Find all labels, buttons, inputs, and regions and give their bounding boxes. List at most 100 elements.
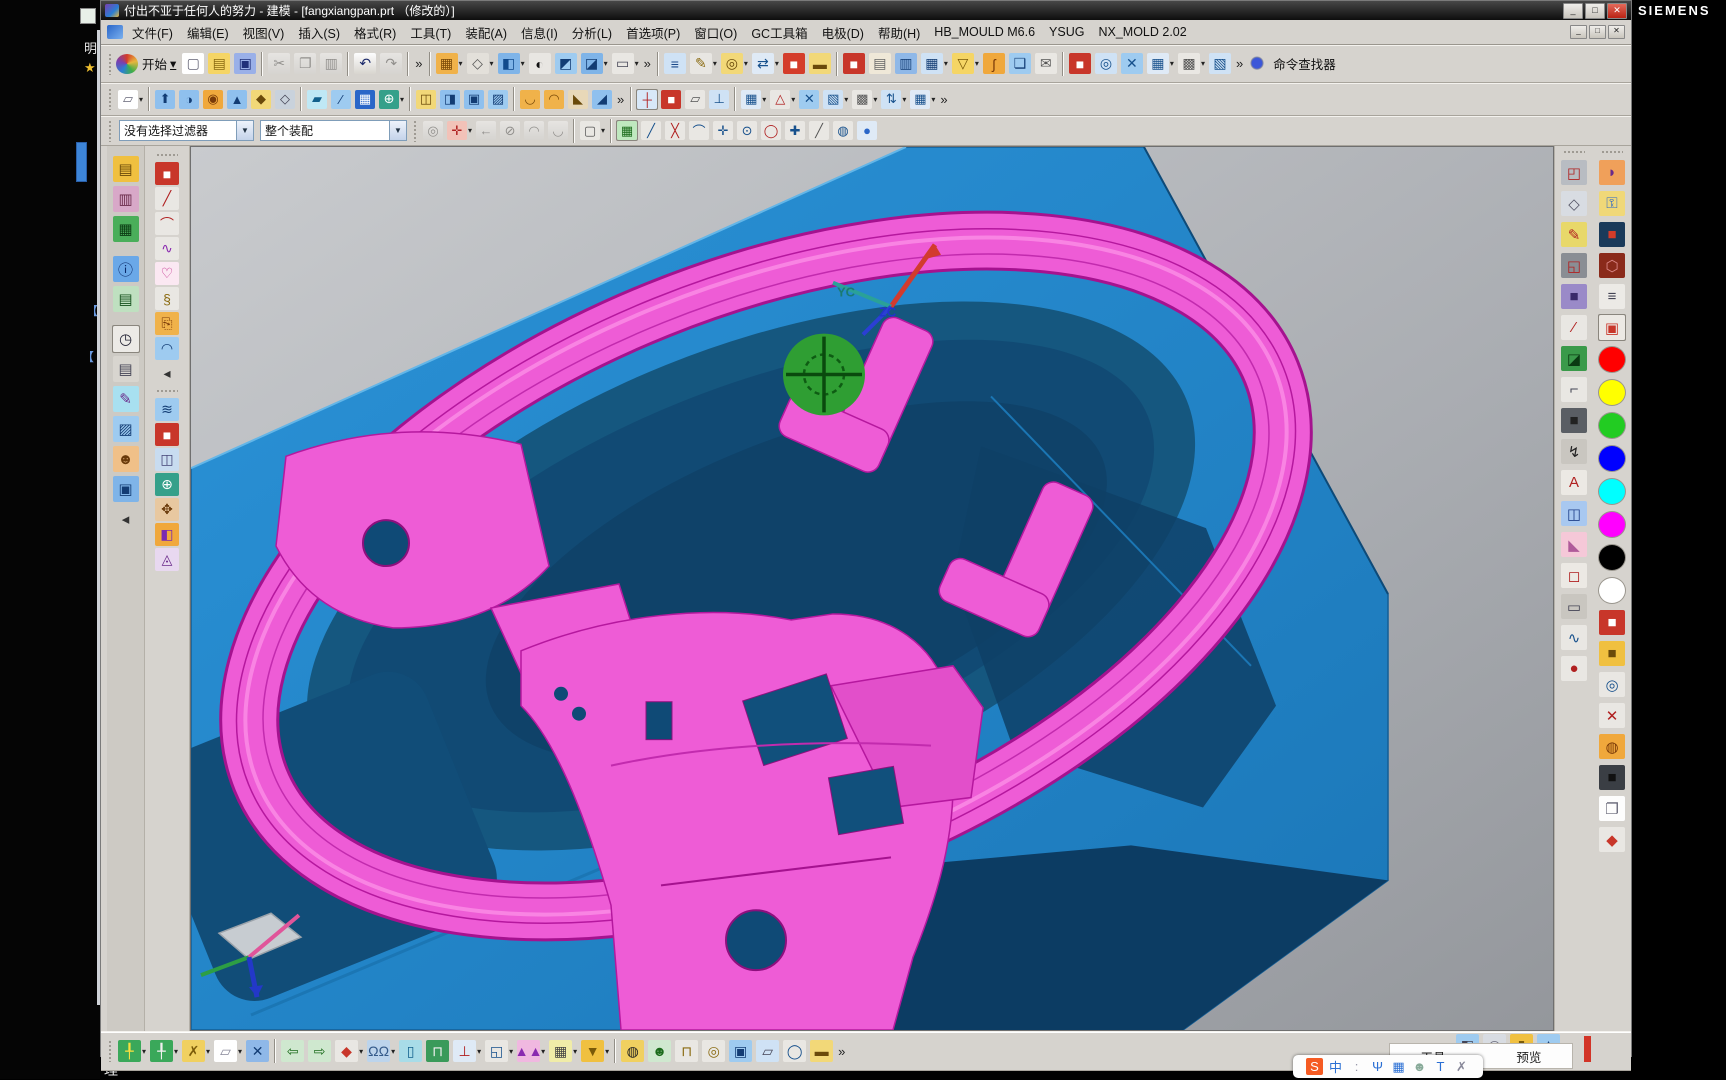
collapse-arrow-icon[interactable]: ◂ <box>112 505 140 533</box>
dropdown-caret[interactable]: ▾ <box>391 1047 395 1056</box>
extrude-sheet-icon[interactable]: ⎘ <box>154 311 180 336</box>
trim-body-icon[interactable]: ◫ <box>415 89 437 110</box>
clip-cube-icon[interactable]: ◱ <box>1560 252 1588 279</box>
dropdown-caret[interactable]: ▾ <box>521 59 525 68</box>
pencil-annotation-icon[interactable]: ▩ ▾ <box>851 89 878 110</box>
report-globe-icon[interactable]: ▤ <box>112 285 140 313</box>
dropdown-caret[interactable]: ▾ <box>468 126 472 135</box>
pad-icon[interactable]: ◇ <box>274 89 296 110</box>
assembly-navigator-icon[interactable]: ▤ <box>112 155 140 183</box>
pattern-feature-icon[interactable]: ▦ <box>354 89 376 110</box>
undo-icon[interactable]: ↶ <box>353 52 377 75</box>
profile-sketch-icon[interactable]: ♡ <box>154 261 180 286</box>
sogou-ime-bar[interactable]: S 中: Ψ ▦ ☻ T ✗ <box>1293 1055 1483 1078</box>
boxes-group-icon[interactable]: ▧ ▾ <box>822 89 849 110</box>
offset-surface-icon[interactable]: ▨ <box>487 89 509 110</box>
deviation-check-icon[interactable]: ✕ <box>798 89 820 110</box>
edm-stack-icon[interactable]: ▧ <box>1208 52 1232 75</box>
orange-wedge-icon[interactable]: ◗ <box>1598 159 1626 186</box>
dropdown-caret[interactable]: ▾ <box>206 1047 210 1056</box>
mold-clipboard-icon[interactable]: ▤ <box>868 52 892 75</box>
color-blue-icon[interactable] <box>1597 444 1627 473</box>
toolbar-grip[interactable] <box>1563 150 1585 155</box>
dropdown-caret[interactable]: ▾ <box>601 126 605 135</box>
graphics-viewport[interactable]: YC ZC <box>190 146 1554 1031</box>
render-style-icon[interactable]: ◐ <box>528 52 552 75</box>
constraint-navigator-icon[interactable]: ▥ <box>112 185 140 213</box>
system-materials-icon[interactable]: ▤ <box>112 355 140 383</box>
revolve-icon[interactable]: ◑ <box>178 89 200 110</box>
tool-path-n-icon[interactable]: ╀ ▾ <box>117 1039 147 1063</box>
dropdown-caret[interactable]: ▾ <box>744 59 748 68</box>
dropdown-caret[interactable]: ▾ <box>459 59 463 68</box>
delete-face-icon[interactable]: ◬ <box>154 547 180 572</box>
minimize-button[interactable]: _ <box>1563 2 1583 19</box>
wireframe-cube-icon[interactable]: ◻ <box>1560 562 1588 589</box>
toolbar-grip[interactable] <box>1601 150 1623 155</box>
shirt-skin-icon[interactable]: T <box>1431 1057 1450 1076</box>
thicken-icon[interactable]: ▣ <box>463 89 485 110</box>
child-minimize-button[interactable]: _ <box>1570 25 1587 39</box>
table-grid-icon[interactable]: ▦ ▾ <box>548 1039 578 1063</box>
overflow-button[interactable]: » <box>838 1044 845 1059</box>
green-surface-icon[interactable]: ◪ <box>1560 345 1588 372</box>
white-pages-icon[interactable]: ❐ <box>1598 795 1626 822</box>
menu-gc-toolbox[interactable]: GC工具箱 <box>744 21 814 44</box>
coin-stack-icon[interactable]: ◎ <box>701 1039 726 1063</box>
face-blend-icon[interactable]: ◠ <box>543 89 565 110</box>
toolbox-wrench-icon[interactable]: ✗ <box>1452 1057 1471 1076</box>
green-walk-icon[interactable]: ☻ <box>647 1039 672 1063</box>
snap-midpoint-icon[interactable]: ╳ <box>664 120 686 141</box>
menu-analysis[interactable]: 分析(L) <box>565 21 619 44</box>
work-plane-icon[interactable]: ✎ ▾ <box>689 52 718 75</box>
soft-keyboard-icon[interactable]: ▦ <box>1389 1057 1408 1076</box>
child-restore-button[interactable]: □ <box>1589 25 1606 39</box>
chevron-down-icon[interactable]: ▼ <box>389 121 406 140</box>
measure-distance-icon[interactable]: ⁄ <box>1560 314 1588 341</box>
pour-cup-icon[interactable]: ▼ ▾ <box>580 1039 610 1063</box>
wave-linker-icon[interactable]: ■ <box>782 52 806 75</box>
orient-view-icon[interactable]: ◪ ▾ <box>580 52 609 75</box>
arc-curve-icon[interactable]: ⌒ <box>154 211 180 236</box>
dropdown-caret[interactable]: ▾ <box>174 1047 178 1056</box>
black-cube-icon[interactable]: ■ <box>1598 764 1626 791</box>
lasso-select-icon[interactable]: ▢ ▾ <box>579 120 606 141</box>
toolbar-grip[interactable] <box>108 119 113 142</box>
person-skin-icon[interactable]: ☻ <box>1410 1057 1429 1076</box>
dropdown-caret[interactable]: ▾ <box>605 1047 609 1056</box>
preview-button[interactable]: 预览 <box>1516 1047 1541 1066</box>
dropdown-caret[interactable]: ▾ <box>844 95 848 104</box>
mold-funnel-icon[interactable]: ▽ ▾ <box>951 52 980 75</box>
block-primitive-icon[interactable]: ■ <box>154 161 180 186</box>
dropdown-caret[interactable]: ▾ <box>400 95 404 104</box>
add-snap-icon[interactable]: ✛ ▾ <box>446 120 473 141</box>
gold-scale-icon[interactable]: ⊓ <box>674 1039 699 1063</box>
mold-monitor-icon[interactable]: ▥ <box>894 52 918 75</box>
wcs-dynamics-icon[interactable]: ┼ <box>636 88 659 110</box>
unite-boolean-icon[interactable]: ⊕ ▾ <box>378 89 405 110</box>
menu-edit[interactable]: 编辑(E) <box>180 21 236 44</box>
text-tool-icon[interactable]: A <box>1560 469 1588 496</box>
gold-cube-icon[interactable]: ■ <box>1598 640 1626 667</box>
color-black-icon[interactable] <box>1597 543 1627 572</box>
ruler-t-icon[interactable]: ⊥ ▾ <box>452 1039 482 1063</box>
internet-explorer-icon[interactable]: ⓘ <box>112 255 140 283</box>
child-close-button[interactable]: ✕ <box>1608 25 1625 39</box>
corner-cube-icon[interactable]: ◰ <box>1560 159 1588 186</box>
close-button[interactable]: ✕ <box>1607 2 1627 19</box>
binoculars-icon[interactable]: ΩΩ ▾ <box>366 1039 396 1063</box>
menu-ysug[interactable]: YSUG <box>1042 23 1091 41</box>
chamfer-icon[interactable]: ◣ <box>567 89 589 110</box>
dropdown-caret[interactable]: ▾ <box>509 1047 513 1056</box>
pink-wedge-icon[interactable]: ◣ <box>1560 531 1588 558</box>
background-scrollbar-thumb[interactable] <box>76 142 87 182</box>
sphere-analyze-icon[interactable]: ● <box>1560 655 1588 682</box>
dropdown-caret[interactable]: ▾ <box>170 56 176 71</box>
toolbar-grip[interactable] <box>156 389 178 394</box>
dropdown-caret[interactable]: ▾ <box>931 95 935 104</box>
draft-icon[interactable]: ◢ <box>591 89 613 110</box>
glass-cube-icon[interactable]: ◫ <box>1560 500 1588 527</box>
clip-section-icon[interactable]: ◩ <box>554 52 578 75</box>
dark-box-icon[interactable]: ■ <box>1560 407 1588 434</box>
measure-icon[interactable]: ▬ <box>808 52 832 75</box>
